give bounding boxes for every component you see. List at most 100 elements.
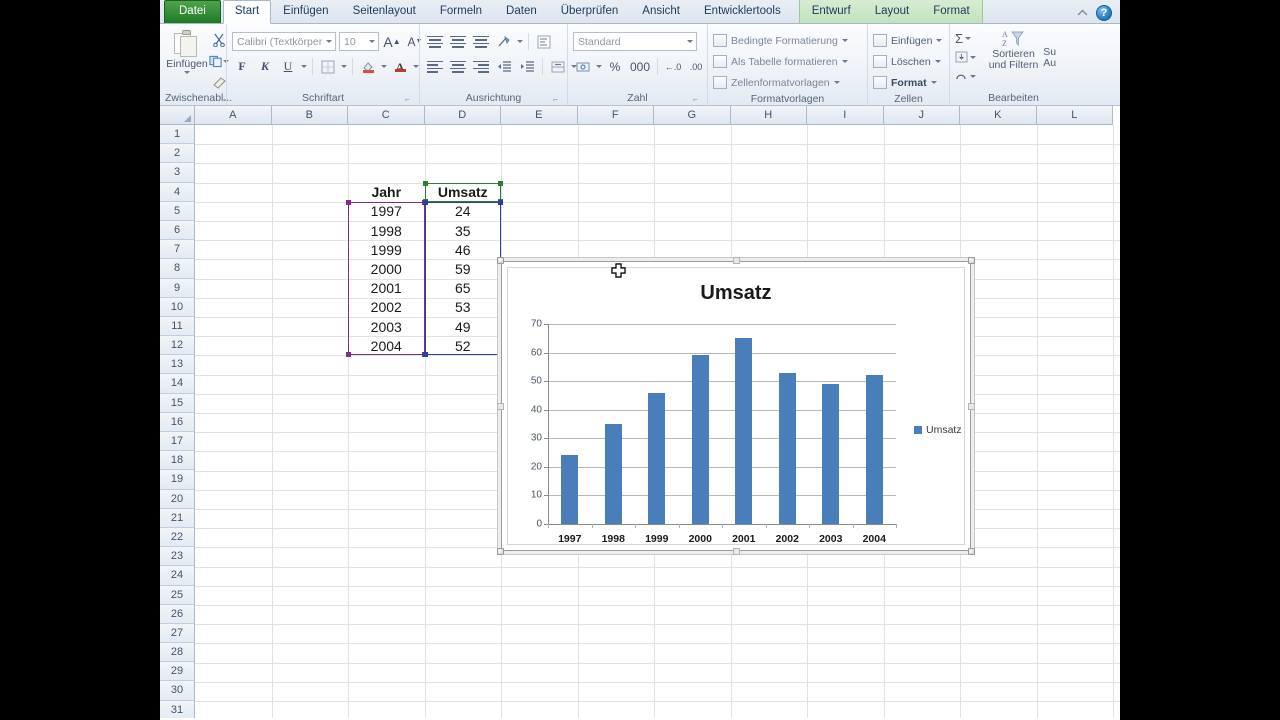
clear-chevron-down-icon[interactable]	[970, 74, 976, 78]
grow-font-button[interactable]: A ▲	[382, 32, 402, 52]
cell-D11-umsatz[interactable]: 49	[425, 317, 502, 336]
row-header-27[interactable]: 27	[160, 623, 195, 644]
chart-bar[interactable]	[691, 355, 709, 524]
delete-cells-button[interactable]: Löschen	[873, 52, 942, 71]
row-header-5[interactable]: 5	[160, 201, 195, 221]
decrease-decimal-button[interactable]: .00	[686, 57, 706, 77]
chart-resize-handle[interactable]	[497, 257, 504, 264]
column-header-L[interactable]: L	[1036, 106, 1113, 125]
chart-bar[interactable]	[822, 384, 840, 524]
cell-styles-chevron-down-icon[interactable]	[833, 81, 840, 84]
select-all-corner[interactable]	[160, 106, 195, 125]
column-header-H[interactable]: H	[730, 106, 807, 125]
number-format-chevron-down-icon[interactable]	[687, 40, 693, 43]
currency-chevron-down-icon[interactable]	[596, 65, 602, 68]
row-header-12[interactable]: 12	[160, 336, 195, 356]
chart-title[interactable]: Umsatz	[508, 282, 964, 305]
font-size-combo[interactable]: 10	[339, 32, 379, 51]
tab-einfuegen[interactable]: Einfügen	[271, 0, 340, 23]
borders-chevron-down-icon[interactable]	[341, 65, 347, 68]
row-header-2[interactable]: 2	[160, 144, 195, 164]
align-middle-button[interactable]	[448, 32, 468, 52]
conditional-formatting-button[interactable]: Bedingte Formatierung	[713, 31, 848, 50]
chart-object[interactable]: Umsatz 0 10 20 30 40 50 60 70 1997 1998 1999 2000 200…	[497, 257, 975, 555]
fill-color-button[interactable]	[358, 57, 378, 77]
paste-button[interactable]: Einfügen	[165, 29, 209, 74]
chart-resize-handle[interactable]	[968, 548, 975, 555]
chart-resize-handle[interactable]	[968, 403, 975, 410]
cell-C8-jahr[interactable]: 2000	[348, 259, 425, 278]
decrease-indent-button[interactable]	[494, 57, 514, 77]
cell-C7-jahr[interactable]: 1999	[348, 240, 425, 259]
tab-ueberpruefen[interactable]: Überprüfen	[549, 0, 631, 23]
find-select-button[interactable]: Su Au	[1043, 29, 1072, 69]
column-header-I[interactable]: I	[807, 106, 884, 125]
percent-button[interactable]: %	[605, 57, 625, 77]
row-header-3[interactable]: 3	[160, 163, 195, 183]
cell-D4-umsatz-header[interactable]: Umsatz	[425, 183, 502, 202]
autosum-chevron-down-icon[interactable]	[965, 36, 972, 40]
column-header-F[interactable]: F	[577, 106, 654, 125]
column-header-A[interactable]: A	[195, 106, 272, 125]
bold-button[interactable]: F	[232, 57, 252, 77]
borders-button[interactable]	[318, 57, 338, 77]
row-header-11[interactable]: 11	[160, 316, 195, 337]
tab-start[interactable]: Start	[222, 0, 272, 24]
column-header-B[interactable]: B	[271, 106, 348, 125]
tab-daten[interactable]: Daten	[494, 0, 549, 23]
chart-bar[interactable]	[735, 338, 753, 524]
row-header-16[interactable]: 16	[160, 412, 195, 432]
tab-ansicht[interactable]: Ansicht	[630, 0, 692, 23]
tab-entwurf[interactable]: Entwurf	[800, 0, 863, 23]
row-header-26[interactable]: 26	[160, 604, 195, 624]
fill-button[interactable]	[955, 48, 984, 66]
chart-resize-handle[interactable]	[497, 548, 504, 555]
chart-resize-handle[interactable]	[733, 257, 740, 264]
currency-button[interactable]	[573, 57, 593, 77]
underline-button[interactable]: U	[278, 57, 298, 77]
column-header-K[interactable]: K	[960, 106, 1037, 125]
tab-seitenlayout[interactable]: Seitenlayout	[341, 0, 428, 23]
align-top-button[interactable]	[425, 32, 445, 52]
row-header-7[interactable]: 7	[160, 240, 195, 260]
merge-cells-button[interactable]	[548, 57, 568, 77]
tab-datei[interactable]: Datei	[164, 0, 221, 23]
row-header-29[interactable]: 29	[160, 662, 195, 682]
fill-color-chevron-down-icon[interactable]	[381, 65, 387, 68]
delete-cells-chevron-down-icon[interactable]	[934, 60, 941, 63]
chart-bar[interactable]	[648, 392, 666, 524]
orientation-button[interactable]	[494, 32, 514, 52]
wrap-text-button[interactable]	[534, 32, 554, 52]
orientation-chevron-down-icon[interactable]	[517, 40, 523, 43]
format-cells-button[interactable]: Format	[873, 73, 942, 92]
cell-C4-jahr-header[interactable]: Jahr	[348, 183, 425, 202]
chart-resize-handle[interactable]	[968, 257, 975, 264]
chevron-up-icon[interactable]	[1076, 7, 1089, 19]
row-header-10[interactable]: 10	[160, 297, 195, 317]
row-header-8[interactable]: 8	[160, 259, 195, 279]
column-header-E[interactable]: E	[501, 106, 578, 125]
font-color-button[interactable]: A	[390, 57, 410, 77]
chart-bar[interactable]	[604, 424, 622, 524]
cell-C12-jahr[interactable]: 2004	[348, 336, 425, 355]
column-header-C[interactable]: C	[348, 106, 425, 125]
row-header-13[interactable]: 13	[160, 355, 195, 375]
row-header-1[interactable]: 1	[160, 125, 195, 145]
alignment-dialog-launcher[interactable]: ⌐	[551, 95, 560, 104]
cell-D12-umsatz[interactable]: 52	[425, 336, 502, 355]
row-header-20[interactable]: 20	[160, 489, 195, 509]
column-header-D[interactable]: D	[424, 106, 501, 125]
row-header-28[interactable]: 28	[160, 643, 195, 663]
cell-D6-umsatz[interactable]: 35	[425, 221, 502, 240]
chart-legend[interactable]: Umsatz	[914, 424, 962, 436]
font-name-combo[interactable]: Calibri (Textkörper	[232, 32, 336, 51]
cell-styles-button[interactable]: Zellenformatvorlagen	[713, 73, 848, 92]
chart-bar[interactable]	[778, 372, 796, 524]
insert-cells-button[interactable]: Einfügen	[873, 31, 943, 50]
format-as-table-button[interactable]: Als Tabelle formatieren	[713, 52, 848, 71]
chart-area[interactable]: Umsatz 0 10 20 30 40 50 60 70 1997 1998 1999 2000 200…	[507, 267, 965, 545]
underline-chevron-down-icon[interactable]	[301, 65, 307, 68]
cell-D9-umsatz[interactable]: 65	[425, 279, 502, 298]
chart-resize-handle[interactable]	[497, 403, 504, 410]
row-header-24[interactable]: 24	[160, 566, 195, 586]
